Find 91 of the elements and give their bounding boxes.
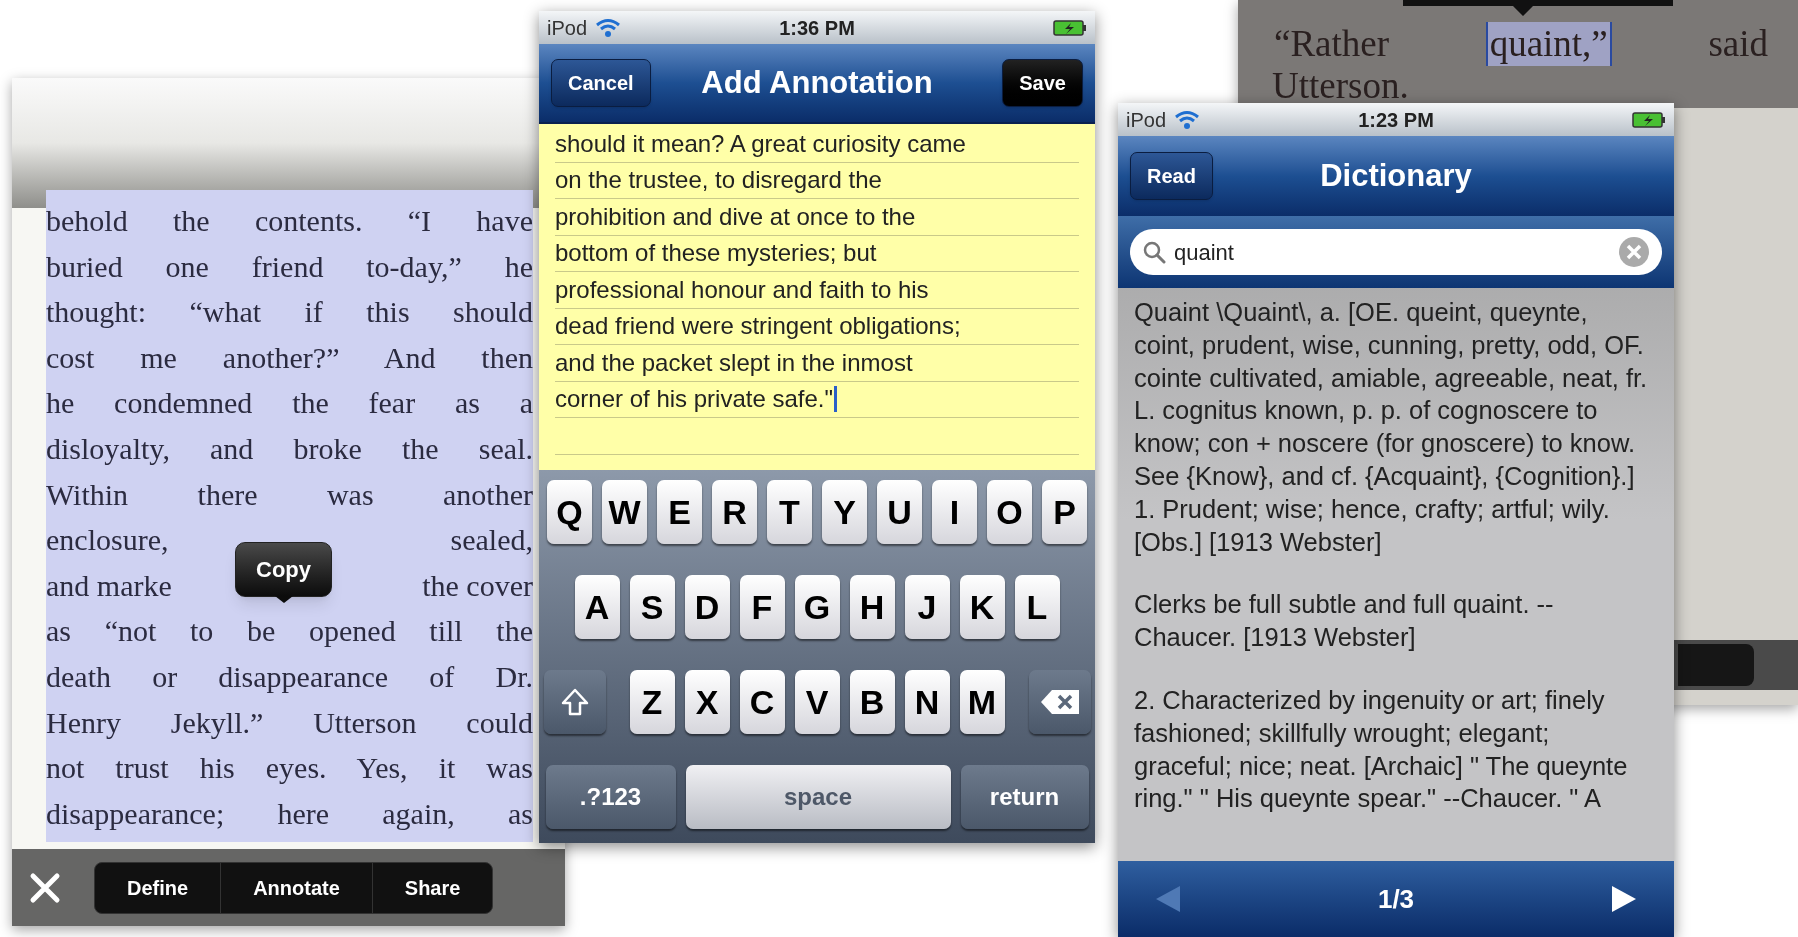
- note-line: should it mean? A great curiosity came: [555, 128, 966, 159]
- definition-paragraph: Quaint \Quaint\, a. [OE. queint, queynte, coint, prudent, wise, cunning, pretty, odd, OF. cointe cultivated, amiable, agreeable, neat, fr. L. cognitus known, p. p. of cognoscere to know; con + noscere (for gnoscere) to know. See {Know}, and cf. {Acquaint}, {Cognition}.] 1. Prudent; wise; hence, crafty; artful; wily. [Obs.] [1913 Webster]: [1134, 297, 1649, 558]
- keyboard-key[interactable]: A: [574, 575, 620, 639]
- book-word: “Rather: [1273, 22, 1391, 66]
- book-text-line: thought: “what if this should: [46, 294, 533, 331]
- keyboard-key[interactable]: L: [1014, 575, 1060, 639]
- search-icon: [1142, 240, 1166, 264]
- note-line: professional honour and faith to his: [555, 274, 929, 305]
- wifi-icon: [595, 17, 622, 38]
- clear-icon: [1618, 236, 1650, 268]
- book-text-line: Henry Jekyll.” Utterson could: [46, 704, 533, 741]
- keyboard-key[interactable]: U: [877, 480, 922, 544]
- save-button[interactable]: Save: [1002, 59, 1083, 107]
- keyboard-key[interactable]: Q: [547, 480, 592, 544]
- keyboard-key[interactable]: W: [602, 480, 647, 544]
- book-text-line: as “not to be opened till the: [46, 613, 533, 650]
- note-line: corner of his private safe.": [555, 384, 833, 415]
- definition-paragraph: Clerks be full subtle and full quaint. --Chaucer. [1913 Webster]: [1134, 589, 1555, 654]
- note-line: dead friend were stringent obligations;: [555, 311, 961, 342]
- book-text-fragment: the cover: [422, 567, 533, 604]
- book-text-line: Utterson.: [1272, 66, 1409, 106]
- action-button[interactable]: Annotate: [220, 862, 372, 913]
- book-text-line: Within there was another: [46, 476, 533, 513]
- note-line: and the packet slept in the inmost: [555, 347, 913, 378]
- space-key[interactable]: space: [685, 765, 951, 829]
- book-text-fragment: sealed,: [450, 522, 533, 559]
- action-button[interactable]: Share: [371, 862, 493, 913]
- keyboard-key[interactable]: S: [629, 575, 675, 639]
- return-key[interactable]: return: [960, 765, 1089, 829]
- book-word: said: [1707, 22, 1769, 66]
- note-text-area[interactable]: [539, 124, 1095, 470]
- clock-time: 1:23 PM: [1358, 107, 1434, 133]
- keyboard-key[interactable]: K: [959, 575, 1005, 639]
- text-cursor: [834, 386, 837, 413]
- keyboard-key[interactable]: G: [794, 575, 840, 639]
- keyboard-key[interactable]: Z: [629, 670, 675, 734]
- back-button[interactable]: Read: [1130, 152, 1213, 200]
- copy-popup[interactable]: Copy: [235, 542, 332, 597]
- keyboard-key[interactable]: D: [684, 575, 730, 639]
- book-text-line: not trust his eyes. Yes, it was: [46, 750, 533, 787]
- book-text-fragment: enclosure,: [46, 522, 169, 559]
- page-counter: 1/3: [1377, 882, 1415, 916]
- keyboard-key[interactable]: C: [739, 670, 785, 734]
- book-text-line: disappearance; here again, as: [46, 795, 533, 832]
- book-text-line: cost me another?” And then: [46, 339, 533, 376]
- keyboard-key[interactable]: R: [712, 480, 757, 544]
- battery-icon: [1632, 111, 1666, 128]
- close-button[interactable]: [28, 870, 62, 905]
- backspace-icon: [1039, 689, 1080, 715]
- keyboard-key[interactable]: N: [904, 670, 950, 734]
- keyboard-key[interactable]: B: [849, 670, 895, 734]
- keyboard-key[interactable]: H: [849, 575, 895, 639]
- keyboard-key[interactable]: V: [794, 670, 840, 734]
- note-line: bottom of these mysteries; but: [555, 238, 877, 269]
- keyboard-key[interactable]: F: [739, 575, 785, 639]
- keyboard-key[interactable]: I: [932, 480, 977, 544]
- book-text-fragment: and marke: [46, 567, 172, 604]
- keyboard-key[interactable]: O: [987, 480, 1032, 544]
- keyboard-key[interactable]: P: [1042, 480, 1087, 544]
- keyboard-key[interactable]: J: [904, 575, 950, 639]
- shift-arrow-icon: [559, 687, 590, 717]
- book-text-line: disloyalty, and broke the seal.: [46, 430, 533, 467]
- book-text-line: behold the contents. “I have: [46, 203, 533, 239]
- screen-title: Add Annotation: [701, 63, 933, 102]
- note-line: prohibition and dive at once to the: [555, 201, 916, 232]
- keyboard-key[interactable]: M: [959, 670, 1005, 734]
- keyboard-key[interactable]: E: [657, 480, 702, 544]
- carrier-label: iPod: [1126, 107, 1167, 133]
- book-text-line: buried one friend to-day,” he: [46, 248, 533, 285]
- close-icon: [28, 870, 62, 905]
- wifi-icon: [1174, 109, 1201, 130]
- battery-icon: [1053, 19, 1087, 36]
- keyboard-key[interactable]: T: [767, 480, 812, 544]
- search-text: quaint: [1174, 238, 1234, 267]
- book-text-line: death or disappearance of Dr.: [46, 658, 533, 695]
- note-line: on the trustee, to disregard the: [555, 165, 882, 196]
- screen-title: Dictionary: [1320, 156, 1472, 195]
- book-word: quaint,”: [1485, 22, 1612, 66]
- keyboard-key[interactable]: X: [684, 670, 730, 734]
- search-field[interactable]: quaint: [1130, 229, 1662, 275]
- action-button[interactable]: Define: [95, 862, 221, 913]
- book-text-line: he condemned the fear as a: [46, 385, 533, 422]
- callout-pointer-icon: [274, 596, 293, 603]
- cancel-button[interactable]: Cancel: [551, 59, 651, 107]
- number-mode-key[interactable]: .?123: [545, 765, 676, 829]
- delete-key[interactable]: [1028, 670, 1091, 734]
- keyboard-key[interactable]: Y: [822, 480, 867, 544]
- shift-key[interactable]: [543, 670, 606, 734]
- clock-time: 1:36 PM: [779, 15, 855, 41]
- carrier-label: iPod: [547, 15, 588, 41]
- definition-paragraph: 2. Characterized by ingenuity or art; finely fashioned; skillfully wrought; elegant; graceful; nice; neat. [Archaic] " The queynte ring." " His queynte spear." --Chaucer. " A: [1134, 684, 1629, 815]
